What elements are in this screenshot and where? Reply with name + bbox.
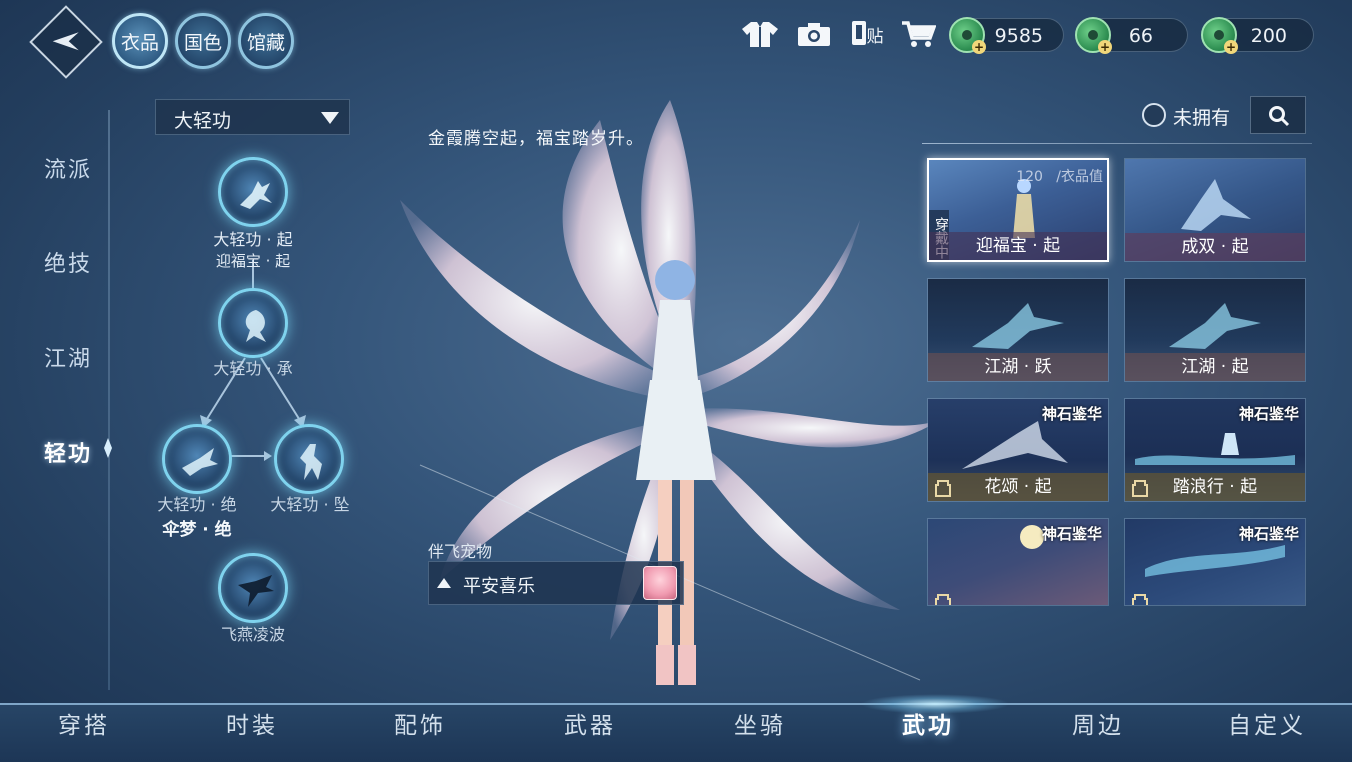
card-thumb [972, 303, 1064, 349]
tab-zidingyi[interactable]: 自定义 [1228, 706, 1306, 740]
skill-label-qi: 大轻功 · 起 [213, 230, 293, 249]
sidebar-item-qinggong[interactable]: 轻功 [44, 436, 92, 468]
skill-sublabel-qi: 迎福宝 · 起 [215, 252, 291, 270]
skill-sublabel-jue: 伞梦 · 绝 [162, 520, 232, 540]
card-jianghu-yue[interactable]: 江湖 · 跃 [927, 278, 1109, 382]
chevron-up-icon [437, 578, 451, 588]
cart-icon[interactable] [898, 18, 938, 50]
character-preview[interactable] [400, 80, 940, 710]
skill-label-feiyan: 飞燕凌波 [220, 625, 285, 644]
search-button[interactable] [1250, 96, 1306, 134]
leaping-figure-icon [240, 181, 272, 209]
card-locked-7[interactable]: 神石鉴华 [927, 518, 1109, 606]
tab-shizhuang[interactable]: 时装 [226, 706, 278, 740]
tab-zuoqi[interactable]: 坐骑 [734, 706, 786, 740]
sticker-icon[interactable]: 贴 [846, 18, 886, 50]
outfit-icon[interactable] [740, 18, 780, 50]
skill-label-zhui: 大轻功 · 坠 [270, 495, 350, 514]
tab-guancang[interactable]: 馆藏 [238, 13, 294, 69]
skill-node-jue[interactable] [162, 424, 232, 494]
swallow-figure-icon [238, 575, 274, 607]
card-tag: 神石鉴华 [1041, 405, 1102, 423]
skill-node-zhui[interactable] [274, 424, 344, 494]
card-yingfubao[interactable]: 120 /衣品值 穿戴中 迎福宝 · 起 [927, 158, 1109, 262]
card-chengshuang[interactable]: 成双 · 起 [1124, 158, 1306, 262]
bottom-nav [0, 703, 1352, 762]
tab-guose[interactable]: 国色 [175, 13, 231, 69]
jade-coin-icon: + [1201, 17, 1238, 54]
spiral-figure-icon [245, 310, 266, 342]
jade-coin-icon: + [949, 17, 986, 54]
dash-figure-icon [182, 448, 218, 476]
lock-icon [1132, 480, 1148, 497]
camera-icon[interactable] [794, 18, 834, 50]
tab-zhoubian[interactable]: 周边 [1072, 706, 1124, 740]
skill-node-cheng[interactable] [218, 288, 288, 358]
card-thumb [1145, 545, 1285, 577]
sidebar-item-liupai[interactable]: 流派 [44, 152, 92, 184]
sidebar-item-jueji[interactable]: 绝技 [44, 246, 92, 278]
outfit-quote: 金霞腾空起，福宝踏岁升。 [428, 129, 644, 149]
tab-chuanda[interactable]: 穿搭 [58, 706, 110, 740]
skill-node-qi[interactable] [218, 157, 288, 227]
sidebar-divider [108, 110, 110, 690]
back-button[interactable] [29, 5, 103, 79]
card-tag: 神石鉴华 [1238, 525, 1299, 543]
not-owned-radio[interactable] [1142, 103, 1166, 127]
active-marker-icon [104, 438, 112, 458]
tab-wugong[interactable]: 武功 [902, 706, 954, 740]
pet-selector[interactable]: 平安喜乐 [428, 561, 684, 605]
sidebar-item-jianghu[interactable]: 江湖 [44, 341, 92, 373]
lock-icon [935, 480, 951, 497]
card-style-value: 120 /衣品值 [1016, 169, 1103, 185]
skill-node-feiyan[interactable] [218, 553, 288, 623]
pet-avatar [643, 566, 677, 600]
tab-peishi[interactable]: 配饰 [394, 706, 446, 740]
card-tag: 神石鉴华 [1238, 405, 1299, 423]
tab-yipin[interactable]: 衣品 [112, 13, 168, 69]
pet-section-label: 伴飞宠物 [428, 542, 493, 561]
skill-category-dropdown[interactable]: 大轻功 [155, 99, 350, 135]
currency-jade-2[interactable]: + 66 [1075, 17, 1188, 54]
skill-label-cheng: 大轻功 · 承 [213, 359, 293, 378]
search-icon [1269, 106, 1290, 127]
card-locked-8[interactable]: 神石鉴华 [1124, 518, 1306, 606]
panel-divider [922, 143, 1312, 144]
card-thumb [1181, 179, 1251, 231]
card-huasong[interactable]: 神石鉴华 花颂 · 起 [927, 398, 1109, 502]
lock-icon [1132, 594, 1148, 605]
card-talangxing[interactable]: 神石鉴华 踏浪行 · 起 [1124, 398, 1306, 502]
back-arrow-icon [52, 32, 79, 51]
not-owned-label: 未拥有 [1173, 107, 1231, 129]
currency-jade-3[interactable]: + 200 [1201, 17, 1314, 54]
jade-coin-icon: + [1075, 17, 1112, 54]
card-thumb [1135, 433, 1295, 465]
card-jianghu-qi[interactable]: 江湖 · 起 [1124, 278, 1306, 382]
chevron-down-icon [321, 112, 339, 124]
tab-wuqi[interactable]: 武器 [564, 706, 616, 740]
currency-jade-1[interactable]: + 9585 [949, 17, 1064, 54]
lock-icon [935, 594, 951, 605]
card-thumb [1169, 303, 1261, 349]
card-tag: 神石鉴华 [1041, 525, 1102, 543]
falling-figure-icon [300, 444, 322, 480]
